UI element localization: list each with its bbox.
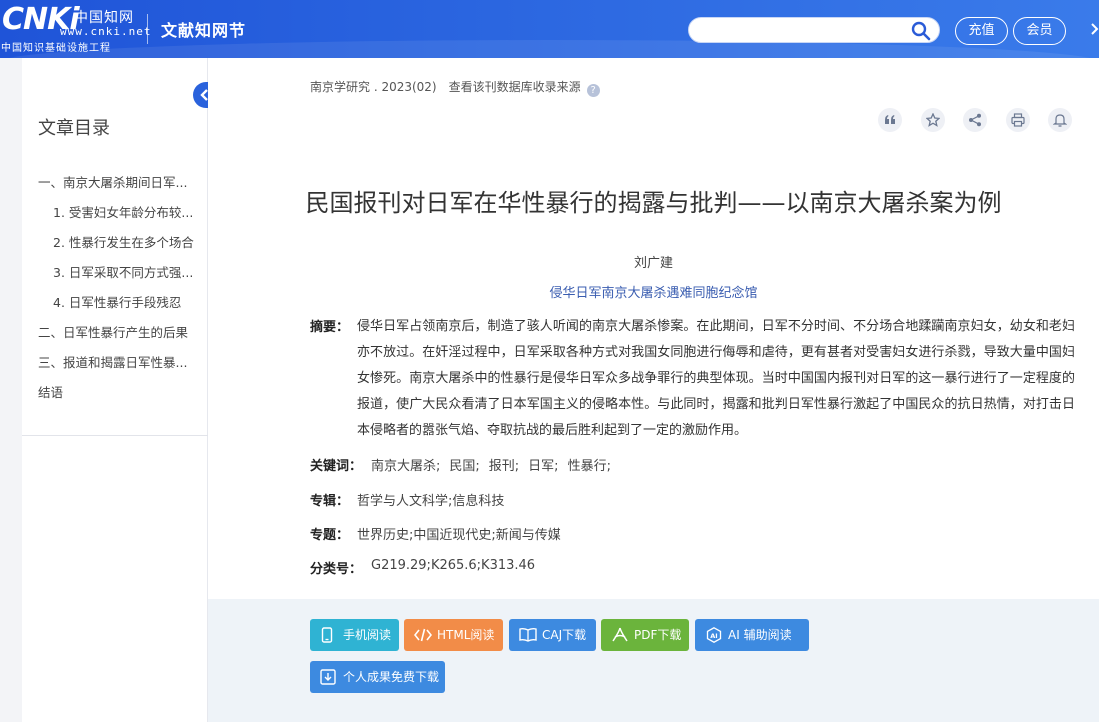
- cnki-logo[interactable]: CNKi 中国知网 www.cnki.net 中国知识基础设施工程: [0, 4, 150, 55]
- download-actions: 手机阅读 HTML阅读 CAJ下载 PDF下载 AI AI 辅助阅读 个人成果免…: [208, 599, 1099, 722]
- keyword[interactable]: 报刊;: [489, 459, 519, 474]
- toc-sidebar: 文章目录 一、南京大屠杀期间日军... 1. 受害妇女年龄分布较... 2. 性…: [22, 58, 208, 722]
- toc-item-1[interactable]: 一、南京大屠杀期间日军...: [38, 172, 200, 191]
- search-input[interactable]: [699, 21, 904, 39]
- search-box: [688, 17, 940, 43]
- keyword[interactable]: 民国;: [449, 459, 479, 474]
- top-header: CNKi 中国知网 www.cnki.net 中国知识基础设施工程 文献知网节 …: [0, 0, 1099, 58]
- sidebar-divider: [22, 435, 208, 436]
- article-panel: 南京学研究 . 2023(02) 查看该刊数据库收录来源? 民国报刊对日军在华性暴…: [208, 58, 1099, 599]
- toc-item-1-4[interactable]: 4. 日军性暴行手段残忍: [53, 292, 203, 311]
- personal-free-download-button[interactable]: 个人成果免费下载: [310, 661, 445, 693]
- topic-value: 世界历史;中国近现代史;新闻与传媒: [357, 528, 561, 543]
- pdf-icon: [612, 627, 628, 642]
- help-icon[interactable]: ?: [586, 84, 600, 97]
- toc-item-1-1[interactable]: 1. 受害妇女年龄分布较...: [53, 202, 203, 221]
- recharge-button[interactable]: 充值: [955, 17, 1008, 45]
- logo-project: 中国知识基础设施工程: [1, 43, 111, 54]
- mobile-read-button[interactable]: 手机阅读: [310, 619, 399, 651]
- header-divider: [147, 14, 148, 44]
- series-value: 哲学与人文科学;信息科技: [357, 494, 505, 509]
- keyword[interactable]: 性暴行;: [568, 459, 611, 474]
- classification-value: G219.29;K265.6;K313.46: [371, 558, 536, 573]
- toc-title: 文章目录: [38, 118, 110, 139]
- journal-source: 南京学研究 . 2023(02) 查看该刊数据库收录来源?: [310, 78, 600, 97]
- keywords-label: 关键词：: [310, 459, 363, 474]
- site-title: 文献知网节: [161, 21, 247, 40]
- html-read-button[interactable]: HTML阅读: [404, 619, 503, 651]
- ai-assist-read-button[interactable]: AI AI 辅助阅读: [695, 619, 809, 651]
- author-link[interactable]: 刘广建: [634, 256, 673, 271]
- search-icon[interactable]: [911, 21, 931, 41]
- classification-label: 分类号：: [310, 562, 363, 577]
- series-label: 专辑：: [310, 494, 350, 509]
- article-title: 民国报刊对日军在华性暴行的揭露与批判——以南京大屠杀案为例: [305, 189, 1002, 217]
- chevron-right-icon[interactable]: [1090, 22, 1099, 38]
- indexing-source-link[interactable]: 查看该刊数据库收录来源: [449, 80, 581, 94]
- pdf-download-button[interactable]: PDF下载: [601, 619, 689, 651]
- quote-icon[interactable]: [878, 108, 902, 132]
- star-icon[interactable]: [921, 108, 945, 132]
- abstract-label: 摘要：: [310, 320, 350, 335]
- toc-item-1-3[interactable]: 3. 日军采取不同方式强...: [53, 262, 203, 281]
- author-name: 刘广建: [208, 252, 1099, 271]
- print-icon[interactable]: [1006, 108, 1030, 132]
- caj-download-button[interactable]: CAJ下载: [509, 619, 596, 651]
- phone-icon: [321, 627, 333, 643]
- member-button[interactable]: 会员: [1013, 17, 1066, 45]
- svg-text:AI: AI: [710, 632, 717, 640]
- toc-item-1-2[interactable]: 2. 性暴行发生在多个场合: [53, 232, 203, 251]
- share-icon[interactable]: [963, 108, 987, 132]
- toc-item-conclusion[interactable]: 结语: [38, 382, 188, 401]
- abstract-text: 侵华日军占领南京后，制造了骇人听闻的南京大屠杀惨案。在此期间，日军不分时间、不分…: [357, 319, 1075, 438]
- book-icon: [519, 627, 537, 642]
- ai-icon: AI: [706, 627, 722, 643]
- keywords-list: 南京大屠杀; 民国; 报刊; 日军; 性暴行;: [371, 455, 620, 474]
- code-icon: [414, 628, 432, 642]
- keyword[interactable]: 南京大屠杀;: [371, 459, 440, 474]
- affiliation-link[interactable]: 侵华日军南京大屠杀遇难同胞纪念馆: [549, 286, 757, 301]
- toc-item-2[interactable]: 二、日军性暴行产生的后果: [38, 322, 203, 341]
- affiliation: 侵华日军南京大屠杀遇难同胞纪念馆: [208, 282, 1099, 301]
- bell-icon[interactable]: [1048, 108, 1072, 132]
- keyword[interactable]: 日军;: [528, 459, 558, 474]
- download-icon: [320, 669, 336, 685]
- logo-url: www.cnki.net: [60, 25, 152, 38]
- logo-cn-name: 中国知网: [74, 10, 134, 26]
- toc-item-3[interactable]: 三、报道和揭露日军性暴...: [38, 352, 200, 371]
- topic-label: 专题：: [310, 528, 350, 543]
- journal-name[interactable]: 南京学研究 . 2023(02): [310, 80, 437, 94]
